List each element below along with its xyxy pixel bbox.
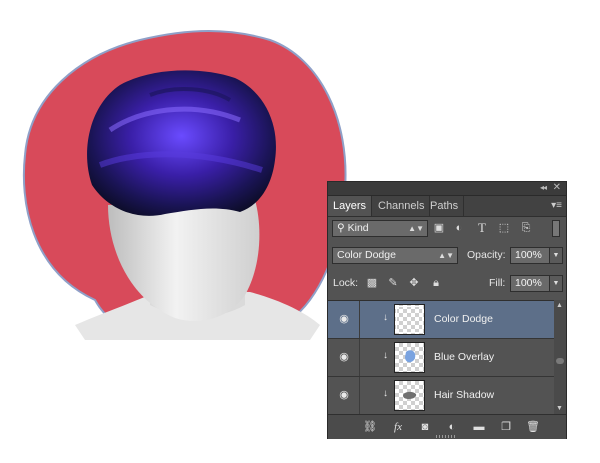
opacity-input[interactable]: 100%: [510, 247, 550, 264]
layer-name[interactable]: Blue Overlay: [434, 351, 494, 363]
clipping-arrow-icon: ↓: [383, 388, 388, 399]
tab-paths[interactable]: Paths: [425, 196, 465, 216]
fill-input[interactable]: 100%: [510, 275, 550, 292]
scroll-thumb[interactable]: [556, 358, 564, 364]
blue-shape-thumbnail: [405, 350, 416, 363]
divider: [359, 339, 360, 376]
layer-row-color-dodge[interactable]: ◉ ↓ Color Dodge: [328, 301, 554, 339]
layer-row-hair-shadow[interactable]: ◉ ↓ Hair Shadow: [328, 377, 554, 415]
opacity-label: Opacity:: [467, 249, 506, 261]
opacity-dropdown-button[interactable]: ▼: [549, 247, 563, 264]
adjustment-filter-icon[interactable]: ◐: [451, 220, 467, 236]
divider: [359, 301, 360, 338]
lock-image-icon[interactable]: ✎: [386, 276, 400, 290]
filter-kind-value: Kind: [347, 222, 369, 234]
chevron-updown-icon: ▲▼: [438, 251, 454, 260]
shape-filter-icon[interactable]: ⬚: [496, 220, 512, 236]
eye-visibility-icon[interactable]: ◉: [337, 388, 351, 402]
blend-mode-select[interactable]: Color Dodge ▲▼: [332, 247, 458, 264]
clipping-arrow-icon: ↓: [383, 350, 388, 361]
eye-visibility-icon[interactable]: ◉: [337, 312, 351, 326]
layers-scrollbar[interactable]: ▲ ▼: [554, 300, 566, 414]
mask-icon[interactable]: ◙: [417, 419, 433, 435]
layers-list: ◉ ↓ Color Dodge ◉ ↓ Blue Overlay ◉ ↓ Hai…: [328, 300, 554, 415]
search-icon: ⚲: [337, 222, 348, 234]
layer-row-blue-overlay[interactable]: ◉ ↓ Blue Overlay: [328, 339, 554, 377]
collapse-panel-icon[interactable]: ◂◂: [540, 183, 547, 192]
fill-label: Fill:: [489, 277, 506, 289]
divider: [359, 377, 360, 414]
eye-visibility-icon[interactable]: ◉: [337, 350, 351, 364]
fill-dropdown-button[interactable]: ▼: [549, 275, 563, 292]
close-icon[interactable]: ✕: [553, 182, 561, 193]
clipping-arrow-icon: ↓: [383, 312, 388, 323]
type-filter-icon[interactable]: T: [474, 220, 490, 236]
scroll-up-icon[interactable]: ▲: [556, 302, 563, 309]
panel-footer: ⛓ fx ◙ ◐ ▬ ❐ 🗑︎: [328, 414, 566, 439]
shadow-shape-thumbnail: [403, 391, 417, 399]
scroll-down-icon[interactable]: ▼: [556, 405, 563, 412]
smart-object-filter-icon[interactable]: ⎘: [518, 220, 534, 236]
resize-grip[interactable]: [436, 435, 456, 438]
layers-panel: ◂◂ ✕ Layers Channels Paths ▾≡ ⚲ Kind ▲▼ …: [327, 181, 567, 439]
panel-title-bar[interactable]: ◂◂ ✕: [328, 182, 566, 196]
lock-label: Lock:: [333, 277, 359, 289]
filter-toggle-switch[interactable]: [552, 220, 560, 237]
panel-tabs: Layers Channels Paths ▾≡: [328, 196, 566, 217]
lock-position-icon[interactable]: ✥: [407, 276, 421, 290]
layer-thumbnail[interactable]: [394, 380, 425, 411]
chevron-updown-icon: ▲▼: [408, 224, 424, 233]
image-filter-icon[interactable]: ▣: [431, 220, 447, 236]
fx-icon[interactable]: fx: [390, 419, 406, 435]
link-icon[interactable]: ⛓: [362, 419, 378, 435]
lock-transparent-icon[interactable]: ▩: [365, 276, 379, 290]
adjustment-layer-icon[interactable]: ◐: [444, 419, 460, 435]
trash-icon[interactable]: 🗑︎: [525, 419, 541, 435]
layer-name[interactable]: Color Dodge: [434, 313, 493, 325]
filter-kind-select[interactable]: ⚲ Kind ▲▼: [332, 220, 428, 237]
layer-name[interactable]: Hair Shadow: [434, 389, 494, 401]
blend-mode-value: Color Dodge: [337, 249, 396, 261]
panel-menu-icon[interactable]: ▾≡: [551, 200, 562, 211]
layer-thumbnail[interactable]: [394, 304, 425, 335]
tab-layers[interactable]: Layers: [328, 196, 373, 216]
layer-thumbnail[interactable]: [394, 342, 425, 373]
new-layer-icon[interactable]: ❐: [498, 419, 514, 435]
hair: [87, 70, 276, 216]
lock-all-icon[interactable]: 🔒︎: [429, 276, 443, 290]
group-folder-icon[interactable]: ▬: [471, 419, 487, 435]
tab-channels[interactable]: Channels: [373, 196, 431, 216]
